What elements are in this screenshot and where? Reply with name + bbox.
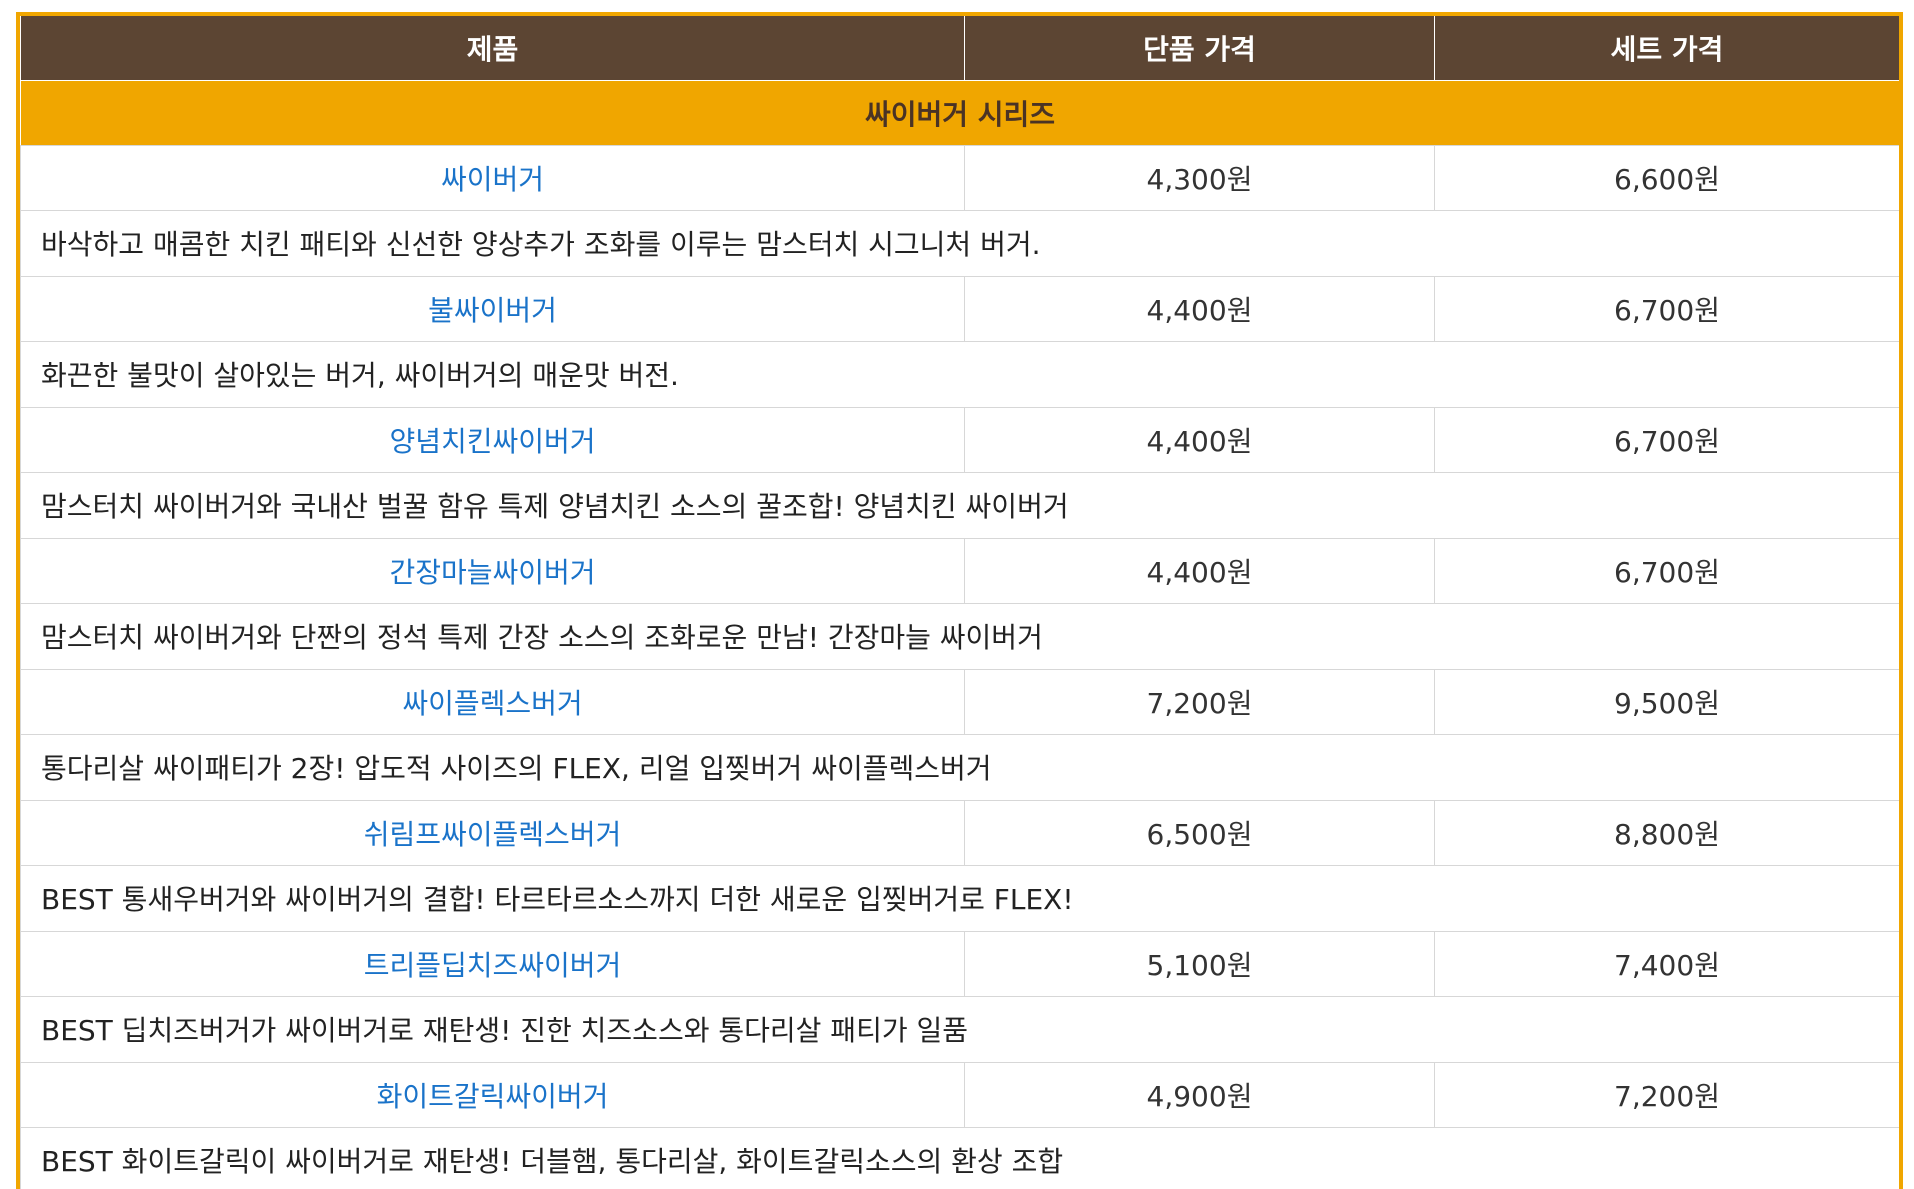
single-price: 4,400원 — [964, 275, 1435, 342]
table-row: 간장마늘싸이버거 4,400원 6,700원 — [20, 537, 1899, 604]
table-row: 트리플딥치즈싸이버거 5,100원 7,400원 — [20, 930, 1899, 997]
single-price: 7,200원 — [964, 668, 1435, 735]
set-price: 8,800원 — [1434, 799, 1899, 866]
set-price: 6,700원 — [1434, 406, 1899, 473]
set-price: 6,700원 — [1434, 275, 1899, 342]
single-price: 4,400원 — [964, 406, 1435, 473]
product-description: 바삭하고 매콤한 치킨 패티와 신선한 양상추가 조화를 이루는 맘스터치 시그… — [20, 209, 1899, 277]
set-price: 6,600원 — [1434, 144, 1899, 211]
table-row: 싸이플렉스버거 7,200원 9,500원 — [20, 668, 1899, 735]
single-price: 6,500원 — [964, 799, 1435, 866]
product-description: 맘스터치 싸이버거와 국내산 벌꿀 함유 특제 양념치킨 소스의 꿀조합! 양념… — [20, 471, 1899, 539]
description-row: BEST 딥치즈버거가 싸이버거로 재탄생! 진한 치즈소스와 통다리살 패티가… — [20, 995, 1899, 1063]
header-single-price: 단품 가격 — [964, 16, 1435, 81]
header-set-price: 세트 가격 — [1434, 16, 1899, 81]
product-name-link[interactable]: 불싸이버거 — [20, 275, 965, 342]
description-row: BEST 화이트갈릭이 싸이버거로 재탄생! 더블햄, 통다리살, 화이트갈릭소… — [20, 1126, 1899, 1189]
table-row: 불싸이버거 4,400원 6,700원 — [20, 275, 1899, 342]
header-product: 제품 — [20, 16, 965, 81]
category-row: 싸이버거 시리즈 — [20, 79, 1899, 146]
product-name-link[interactable]: 쉬림프싸이플렉스버거 — [20, 799, 965, 866]
set-price: 7,400원 — [1434, 930, 1899, 997]
menu-price-table: 제품 단품 가격 세트 가격 싸이버거 시리즈 싸이버거 4,300원 6,60… — [20, 16, 1899, 1189]
description-row: 맘스터치 싸이버거와 국내산 벌꿀 함유 특제 양념치킨 소스의 꿀조합! 양념… — [20, 471, 1899, 539]
description-row: 통다리살 싸이패티가 2장! 압도적 사이즈의 FLEX, 리얼 입찢버거 싸이… — [20, 733, 1899, 801]
description-row: 바삭하고 매콤한 치킨 패티와 신선한 양상추가 조화를 이루는 맘스터치 시그… — [20, 209, 1899, 277]
product-description: BEST 화이트갈릭이 싸이버거로 재탄생! 더블햄, 통다리살, 화이트갈릭소… — [20, 1126, 1899, 1189]
product-description: 통다리살 싸이패티가 2장! 압도적 사이즈의 FLEX, 리얼 입찢버거 싸이… — [20, 733, 1899, 801]
single-price: 4,900원 — [964, 1061, 1435, 1128]
description-row: 맘스터치 싸이버거와 단짠의 정석 특제 간장 소스의 조화로운 만남! 간장마… — [20, 602, 1899, 670]
product-name-link[interactable]: 간장마늘싸이버거 — [20, 537, 965, 604]
set-price: 6,700원 — [1434, 537, 1899, 604]
product-name-link[interactable]: 양념치킨싸이버거 — [20, 406, 965, 473]
product-name-link[interactable]: 싸이플렉스버거 — [20, 668, 965, 735]
product-name-link[interactable]: 트리플딥치즈싸이버거 — [20, 930, 965, 997]
set-price: 7,200원 — [1434, 1061, 1899, 1128]
description-row: 화끈한 불맛이 살아있는 버거, 싸이버거의 매운맛 버전. — [20, 340, 1899, 408]
product-description: 맘스터치 싸이버거와 단짠의 정석 특제 간장 소스의 조화로운 만남! 간장마… — [20, 602, 1899, 670]
table-row: 양념치킨싸이버거 4,400원 6,700원 — [20, 406, 1899, 473]
single-price: 4,300원 — [964, 144, 1435, 211]
product-description: 화끈한 불맛이 살아있는 버거, 싸이버거의 매운맛 버전. — [20, 340, 1899, 408]
single-price: 5,100원 — [964, 930, 1435, 997]
table-header-row: 제품 단품 가격 세트 가격 — [20, 16, 1899, 81]
product-name-link[interactable]: 화이트갈릭싸이버거 — [20, 1061, 965, 1128]
product-description: BEST 딥치즈버거가 싸이버거로 재탄생! 진한 치즈소스와 통다리살 패티가… — [20, 995, 1899, 1063]
table-row: 화이트갈릭싸이버거 4,900원 7,200원 — [20, 1061, 1899, 1128]
menu-table-frame: 제품 단품 가격 세트 가격 싸이버거 시리즈 싸이버거 4,300원 6,60… — [16, 12, 1903, 1189]
single-price: 4,400원 — [964, 537, 1435, 604]
category-title: 싸이버거 시리즈 — [20, 79, 1899, 146]
description-row: BEST 통새우버거와 싸이버거의 결합! 타르타르소스까지 더한 새로운 입찢… — [20, 864, 1899, 932]
set-price: 9,500원 — [1434, 668, 1899, 735]
product-name-link[interactable]: 싸이버거 — [20, 144, 965, 211]
table-row: 싸이버거 4,300원 6,600원 — [20, 144, 1899, 211]
table-row: 쉬림프싸이플렉스버거 6,500원 8,800원 — [20, 799, 1899, 866]
product-description: BEST 통새우버거와 싸이버거의 결합! 타르타르소스까지 더한 새로운 입찢… — [20, 864, 1899, 932]
